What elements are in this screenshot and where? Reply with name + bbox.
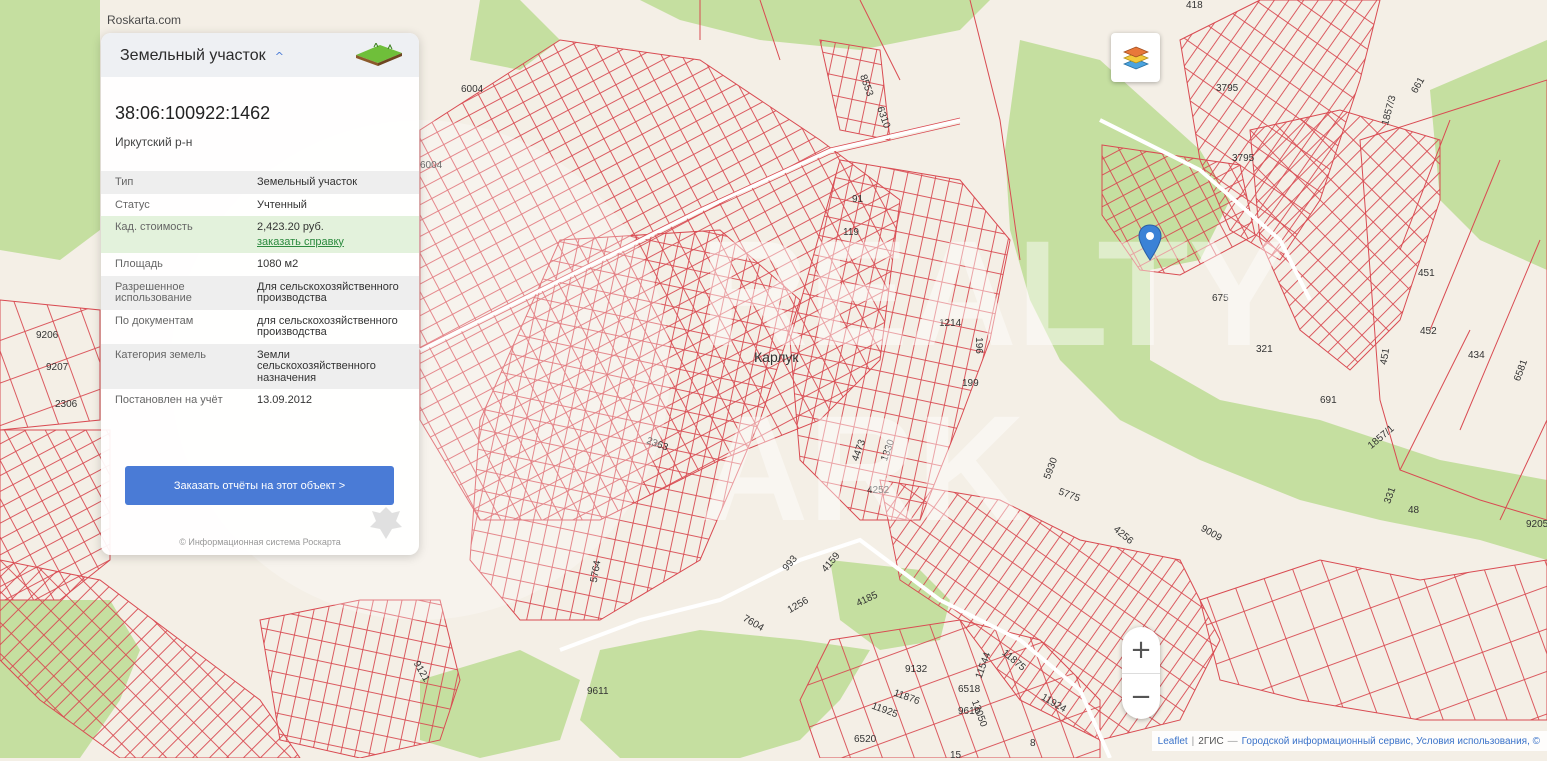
attribution-link[interactable]: Городской информационный сервис, Условия… bbox=[1242, 736, 1540, 747]
zoom-in-button[interactable]: + bbox=[1122, 627, 1160, 674]
row-status: Статус Учтенный bbox=[101, 194, 419, 217]
row-key: Кад. стоимость bbox=[115, 221, 193, 233]
attribution-separator: | bbox=[1191, 735, 1195, 747]
order-reports-button[interactable]: Заказать отчёты на этот объект > bbox=[125, 466, 394, 505]
attributes-table: Тип Земельный участок Статус Учтенный Ка… bbox=[101, 171, 419, 412]
map-attribution: Leaflet | 2ГИС — Городской информационны… bbox=[1151, 731, 1547, 751]
location-marker-icon[interactable] bbox=[1137, 224, 1163, 262]
panel-header-toggle[interactable]: Земельный участок ^ bbox=[101, 33, 419, 77]
row-cadastral-cost: Кад. стоимость 2,423.20 руб. заказать сп… bbox=[101, 216, 419, 253]
row-registered-date: Постановлен на учёт 13.09.2012 bbox=[101, 389, 419, 412]
row-value: 1080 м2 bbox=[257, 258, 299, 270]
row-area: Площадь 1080 м2 bbox=[101, 253, 419, 276]
row-value: Для сельскохозяйственного производства bbox=[257, 280, 399, 304]
panel-footer: © Информационная система Роскарта bbox=[179, 537, 341, 547]
row-key: Постановлен на учёт bbox=[115, 394, 223, 406]
district: Иркутский р-н bbox=[115, 135, 193, 149]
panel-title: Земельный участок bbox=[120, 47, 266, 64]
order-certificate-link[interactable]: заказать справку bbox=[257, 236, 409, 249]
site-label: Roskarta.com bbox=[107, 13, 182, 27]
row-key: Категория земель bbox=[115, 348, 206, 361]
row-value: 2,423.20 руб. bbox=[257, 221, 324, 233]
row-value: Земельный участок bbox=[257, 176, 358, 188]
row-key: Тип bbox=[115, 176, 134, 188]
chevron-up-icon: ^ bbox=[274, 50, 284, 63]
zoom-out-button[interactable]: − bbox=[1122, 674, 1160, 719]
row-key: Разрешенное использование bbox=[115, 280, 192, 304]
parcel-info-panel: Земельный участок ^ 38:06:100922:1462 Ир… bbox=[101, 33, 419, 555]
row-key: Площадь bbox=[115, 258, 163, 270]
layers-icon bbox=[1122, 46, 1149, 69]
row-key: Статус bbox=[115, 198, 150, 211]
land-plot-icon bbox=[356, 43, 402, 66]
row-value: для сельскохозяйственного производства bbox=[257, 314, 398, 338]
row-key: По документам bbox=[115, 314, 194, 327]
row-type: Тип Земельный участок bbox=[101, 171, 419, 194]
leaflet-link[interactable]: Leaflet bbox=[1158, 736, 1188, 747]
row-permitted-use: Разрешенное использование Для сельскохоз… bbox=[101, 275, 419, 310]
row-value: Учтенный bbox=[257, 198, 307, 211]
attribution-dash: — bbox=[1227, 735, 1238, 747]
row-value: 13.09.2012 bbox=[257, 394, 313, 406]
cadastral-number: 38:06:100922:1462 bbox=[115, 103, 271, 123]
attribution-provider: 2ГИС bbox=[1198, 735, 1224, 747]
row-value: Земли сельскохозяйственного назначения bbox=[257, 348, 376, 384]
zoom-control: + − bbox=[1122, 627, 1160, 719]
layers-button[interactable] bbox=[1111, 33, 1160, 82]
row-by-documents: По документам для сельскохозяйственного … bbox=[101, 310, 419, 344]
row-land-category: Категория земель Земли сельскохозяйствен… bbox=[101, 343, 419, 389]
row-value-group: 2,423.20 руб. заказать справку bbox=[257, 221, 409, 249]
